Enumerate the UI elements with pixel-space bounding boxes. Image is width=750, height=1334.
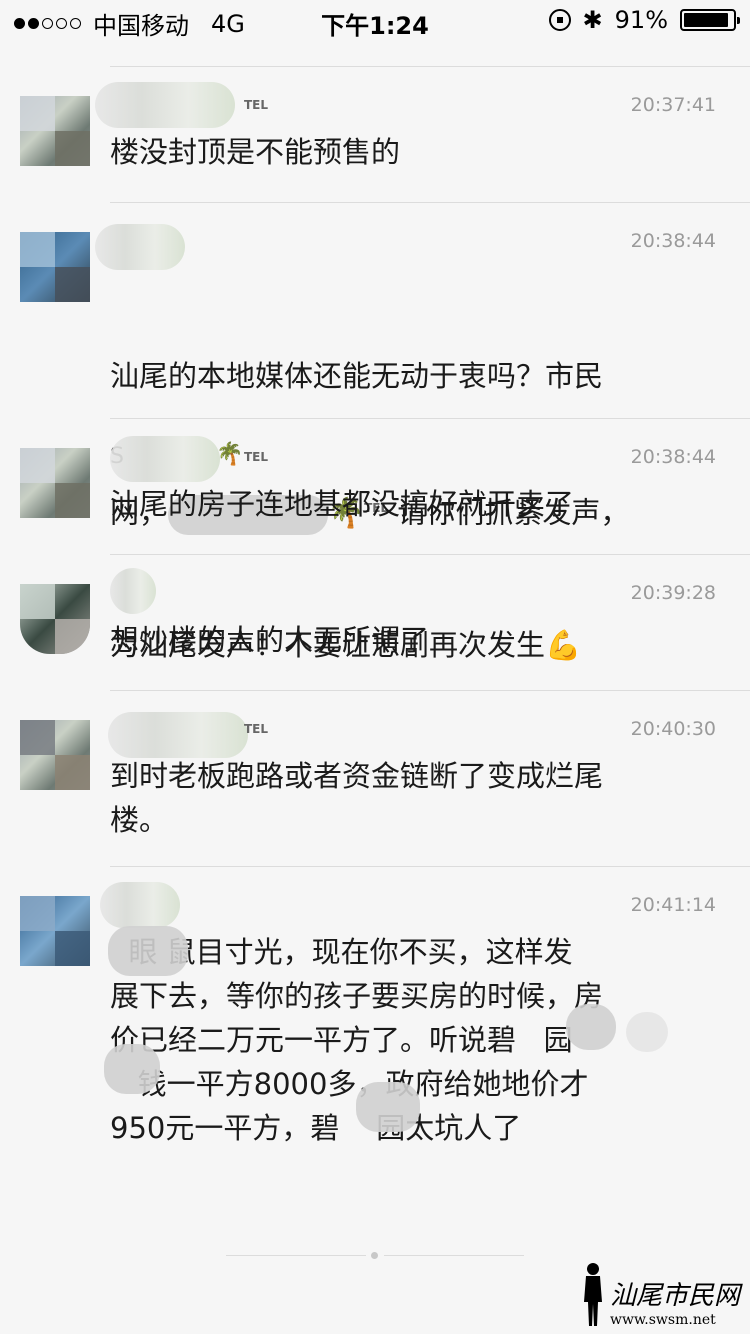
divider (110, 202, 750, 203)
username-blurred[interactable] (110, 436, 220, 482)
bluetooth-icon: ✱ (582, 6, 603, 34)
tel-badge: TEL (244, 722, 269, 736)
page-indicator-line (226, 1255, 366, 1256)
divider (110, 418, 750, 419)
tel-badge: TEL (244, 450, 269, 464)
username-blurred[interactable] (95, 224, 185, 270)
comment-text: 汕尾的房子连地基都没搞好就开卖了 (110, 487, 575, 521)
avatar[interactable] (20, 720, 90, 790)
watermark-name: 汕尾市民网 (610, 1281, 741, 1311)
username-blurred[interactable] (100, 882, 180, 928)
comment-item[interactable]: S 🌴 TEL 20:38:44 汕尾的房子连地基都没搞好就开卖了 (0, 418, 750, 554)
comment-text: 想炒楼的人的人无所谓了 (110, 623, 430, 657)
comment-item[interactable]: TEL 20:40:30 到时老板跑路或者资金链断了变成烂尾 楼。 (0, 690, 750, 866)
person-silhouette-icon (584, 1263, 602, 1326)
page-indicator-line (384, 1255, 524, 1256)
status-bar: 中国移动 4G 下午1:24 ✱ 91% (0, 0, 750, 40)
watermark-url: www.swsm.net (610, 1312, 716, 1328)
comment-time: 20:39:28 (630, 582, 716, 604)
comment-item[interactable]: 20:39:28 想炒楼的人的人无所谓了 (0, 554, 750, 690)
rotation-lock-icon (548, 9, 571, 31)
palm-tree-icon: 🌴 (216, 442, 244, 467)
avatar[interactable] (20, 896, 90, 966)
battery-icon (680, 9, 740, 31)
tel-badge: TEL (244, 98, 269, 112)
blurred-text (566, 1004, 616, 1050)
comment-text: 楼没封顶是不能预售的 (110, 135, 401, 169)
comment-time: 20:38:44 (630, 446, 716, 468)
comment-item[interactable]: 20:41:14 眼 鼠目寸光，现在你不买，这样发 展下去，等你的孩子要买房的时… (0, 866, 750, 1166)
avatar[interactable] (20, 584, 90, 654)
watermark: 汕尾市民网 www.swsm.net (580, 1258, 740, 1328)
divider (110, 866, 750, 867)
comment-time: 20:40:30 (630, 718, 716, 740)
blurred-text (104, 1044, 160, 1094)
username-blurred[interactable] (95, 82, 235, 128)
divider (110, 554, 750, 555)
battery-percent: 91% (614, 6, 668, 34)
avatar[interactable] (20, 448, 90, 518)
blurred-text (356, 1082, 420, 1132)
page-indicator-dot (371, 1252, 378, 1259)
divider (110, 690, 750, 691)
status-right: ✱ 91% (548, 6, 740, 34)
comment-time: 20:38:44 (630, 230, 716, 252)
comment-time: 20:37:41 (630, 94, 716, 116)
comment-item[interactable]: 20:38:44 汕尾的本地媒体还能无动于衷吗？市民 网， 🌴TEL 请你们抓紧发… (0, 202, 750, 662)
avatar[interactable] (20, 232, 90, 302)
blurred-text (626, 1012, 668, 1052)
comment-time: 20:41:14 (630, 894, 716, 916)
divider (110, 66, 750, 67)
comment-item[interactable]: TEL 20:37:41 楼没封顶是不能预售的 (0, 66, 750, 202)
username-blurred[interactable] (108, 712, 248, 758)
comment-text-line: 汕尾的本地媒体还能无动于衷吗？市民 (110, 359, 604, 393)
avatar[interactable] (20, 96, 90, 166)
blurred-text (108, 926, 188, 976)
comment-text: 到时老板跑路或者资金链断了变成烂尾 楼。 (110, 759, 604, 837)
username-blurred[interactable] (110, 568, 156, 614)
